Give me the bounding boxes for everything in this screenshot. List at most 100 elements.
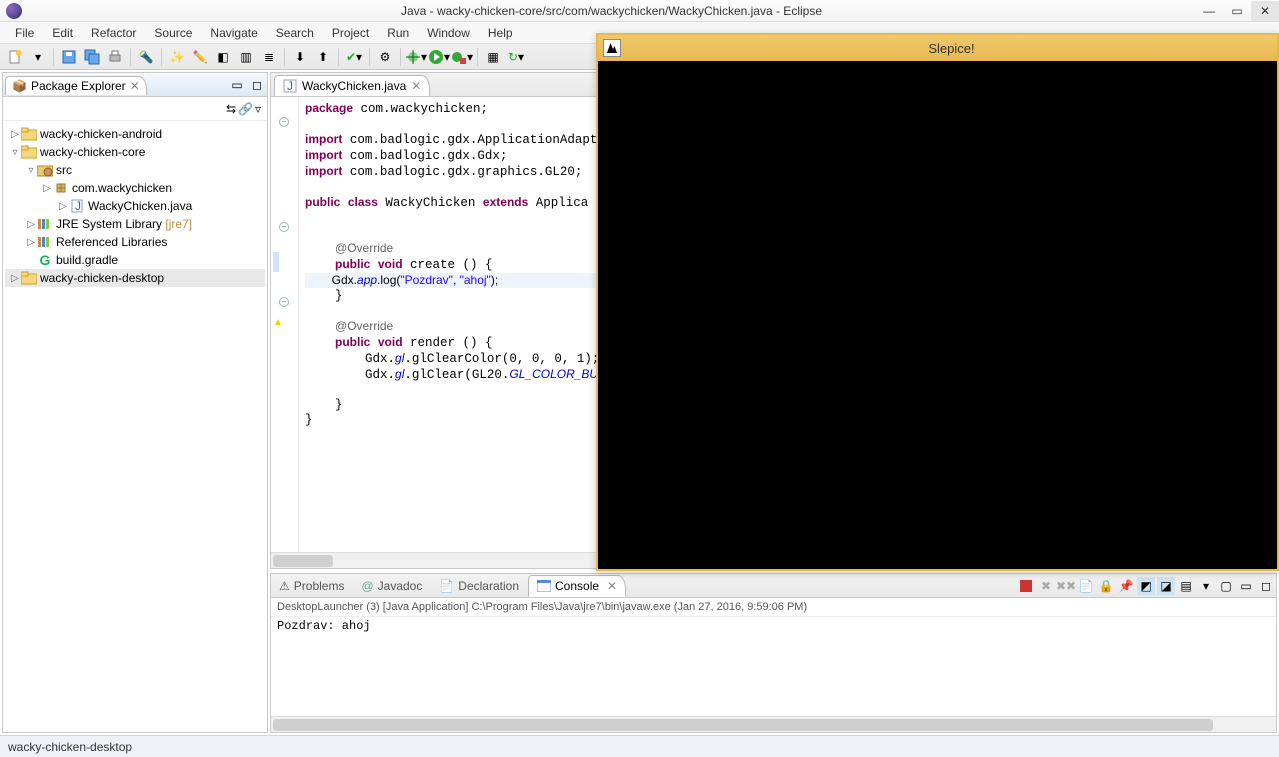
- view-menu-button[interactable]: ▿: [255, 102, 261, 116]
- status-text: wacky-chicken-desktop: [8, 740, 132, 754]
- menu-navigate[interactable]: Navigate: [201, 23, 266, 43]
- run-ext-button[interactable]: ▾: [451, 46, 473, 68]
- menu-window[interactable]: Window: [418, 23, 479, 43]
- max-button[interactable]: ◻: [1257, 577, 1275, 595]
- link-editor-button[interactable]: 🔗: [238, 102, 253, 116]
- menu-refactor[interactable]: Refactor: [82, 23, 145, 43]
- remove-launch-button[interactable]: ✖: [1037, 577, 1055, 595]
- pin-console-button[interactable]: 📌: [1117, 577, 1135, 595]
- close-icon[interactable]: ✕: [607, 579, 617, 593]
- clear-console-button[interactable]: 📄: [1077, 577, 1095, 595]
- twisty-icon[interactable]: ▷: [9, 129, 21, 140]
- menu-help[interactable]: Help: [479, 23, 522, 43]
- twisty-icon[interactable]: ▷: [57, 201, 69, 212]
- new-button[interactable]: [4, 46, 26, 68]
- fold-toggle[interactable]: −: [279, 117, 289, 127]
- refresh-button[interactable]: ↻▾: [505, 46, 527, 68]
- tree-item-label: wacky-chicken-desktop: [40, 271, 164, 285]
- declaration-icon: 📄: [439, 579, 454, 593]
- tree-item-build-gradle[interactable]: Gbuild.gradle: [5, 251, 265, 269]
- wand2-icon[interactable]: ✏️: [189, 46, 211, 68]
- wand-icon[interactable]: ✨: [166, 46, 188, 68]
- tree-item-wacky-chicken-core[interactable]: ▿wacky-chicken-core: [5, 143, 265, 161]
- maximize-view-button[interactable]: ◻: [248, 76, 266, 94]
- app-icon: [603, 39, 621, 57]
- twisty-icon[interactable]: ▷: [9, 273, 21, 284]
- menu-file[interactable]: File: [6, 23, 43, 43]
- menu-edit[interactable]: Edit: [43, 23, 82, 43]
- list-button[interactable]: ≣: [258, 46, 280, 68]
- save-all-button[interactable]: [81, 46, 103, 68]
- tab-problems[interactable]: ⚠Problems: [271, 576, 353, 596]
- project-tree[interactable]: ▷ wacky-chicken-android ▿wacky-chicken-cor…: [3, 121, 267, 732]
- scroll-lock-button[interactable]: 🔒: [1097, 577, 1115, 595]
- menu-source[interactable]: Source: [145, 23, 201, 43]
- twisty-icon[interactable]: ▿: [25, 165, 37, 176]
- tree-item-wacky-chicken-desktop[interactable]: ▷ wacky-chicken-desktop: [5, 269, 265, 287]
- gradle-icon: G: [37, 252, 53, 268]
- javadoc-icon: @: [361, 579, 373, 593]
- editor-tab-wackychicken[interactable]: J WackyChicken.java ✕: [274, 75, 430, 96]
- menu-run[interactable]: Run: [378, 23, 418, 43]
- terminate-button[interactable]: [1017, 577, 1035, 595]
- tree-item-referenced-libraries[interactable]: ▷Referenced Libraries: [5, 233, 265, 251]
- fold-toggle[interactable]: −: [279, 297, 289, 307]
- close-icon[interactable]: ✕: [130, 79, 140, 93]
- grid-button[interactable]: ▦: [482, 46, 504, 68]
- app-canvas[interactable]: [598, 61, 1277, 569]
- display-selected-button[interactable]: ◩: [1137, 577, 1155, 595]
- console-output[interactable]: Pozdrav: ahoj: [271, 617, 1276, 716]
- package-explorer-toolbar: ⇆ 🔗 ▿: [3, 97, 267, 121]
- library-icon: [37, 216, 53, 232]
- new-console-button[interactable]: ▢: [1217, 577, 1235, 595]
- project-icon: [21, 270, 37, 286]
- tab-declaration[interactable]: 📄Declaration: [431, 576, 528, 596]
- tree-item-src[interactable]: ▿src: [5, 161, 265, 179]
- open-console-button[interactable]: ▤: [1177, 577, 1195, 595]
- build-button[interactable]: ⚙: [374, 46, 396, 68]
- twisty-icon[interactable]: ▷: [25, 237, 37, 248]
- new-dropdown[interactable]: ▾: [27, 46, 49, 68]
- twisty-icon[interactable]: ▷: [41, 183, 53, 194]
- twisty-icon[interactable]: ▿: [9, 147, 21, 158]
- editor-gutter[interactable]: − − − ▲: [271, 97, 299, 552]
- minimize-view-button[interactable]: ▭: [228, 76, 246, 94]
- jfile-icon: J: [69, 198, 85, 214]
- run-button[interactable]: ▾: [428, 46, 450, 68]
- min-button[interactable]: ▭: [1237, 577, 1255, 595]
- export-button[interactable]: ⬆: [312, 46, 334, 68]
- fold-toggle[interactable]: −: [279, 222, 289, 232]
- search-flashlight-icon[interactable]: 🔦: [135, 46, 157, 68]
- tab-console[interactable]: Console✕: [528, 575, 626, 597]
- console-menu-button[interactable]: ▾: [1197, 577, 1215, 595]
- import-button[interactable]: ⬇: [289, 46, 311, 68]
- close-tab-icon[interactable]: ✕: [411, 79, 421, 93]
- tree-item-label: wacky-chicken-android: [40, 127, 162, 141]
- running-app-window[interactable]: Slepice!: [596, 33, 1279, 571]
- toggle2-button[interactable]: ▥: [235, 46, 257, 68]
- console-horizontal-scrollbar[interactable]: [271, 716, 1276, 732]
- console-icon: [537, 580, 551, 592]
- tab-javadoc[interactable]: @Javadoc: [353, 576, 431, 596]
- tree-item-com-wackychicken[interactable]: ▷com.wackychicken: [5, 179, 265, 197]
- maximize-button[interactable]: ▭: [1223, 1, 1251, 21]
- app-title-bar[interactable]: Slepice!: [598, 35, 1277, 61]
- show-console-button[interactable]: ◪: [1157, 577, 1175, 595]
- remove-all-button[interactable]: ✖✖: [1057, 577, 1075, 595]
- close-button[interactable]: ✕: [1251, 1, 1279, 21]
- toggle-button[interactable]: ◧: [212, 46, 234, 68]
- debug-button[interactable]: ▾: [405, 46, 427, 68]
- tree-item-jre-system-library[interactable]: ▷JRE System Library [jre7]: [5, 215, 265, 233]
- menu-project[interactable]: Project: [323, 23, 378, 43]
- twisty-icon[interactable]: ▷: [25, 219, 37, 230]
- package-explorer-tab[interactable]: 📦 Package Explorer ✕: [5, 76, 147, 95]
- tree-item-wacky-chicken-android[interactable]: ▷ wacky-chicken-android: [5, 125, 265, 143]
- minimize-button[interactable]: —: [1195, 1, 1223, 21]
- check-button[interactable]: ✔▾: [343, 46, 365, 68]
- tree-item-wackychicken-java[interactable]: ▷JWackyChicken.java: [5, 197, 265, 215]
- menu-search[interactable]: Search: [267, 23, 323, 43]
- save-button[interactable]: [58, 46, 80, 68]
- collapse-all-button[interactable]: ⇆: [226, 102, 236, 116]
- print-button[interactable]: [104, 46, 126, 68]
- bottom-tabs: ⚠Problems @Javadoc 📄Declaration Console✕…: [271, 574, 1276, 598]
